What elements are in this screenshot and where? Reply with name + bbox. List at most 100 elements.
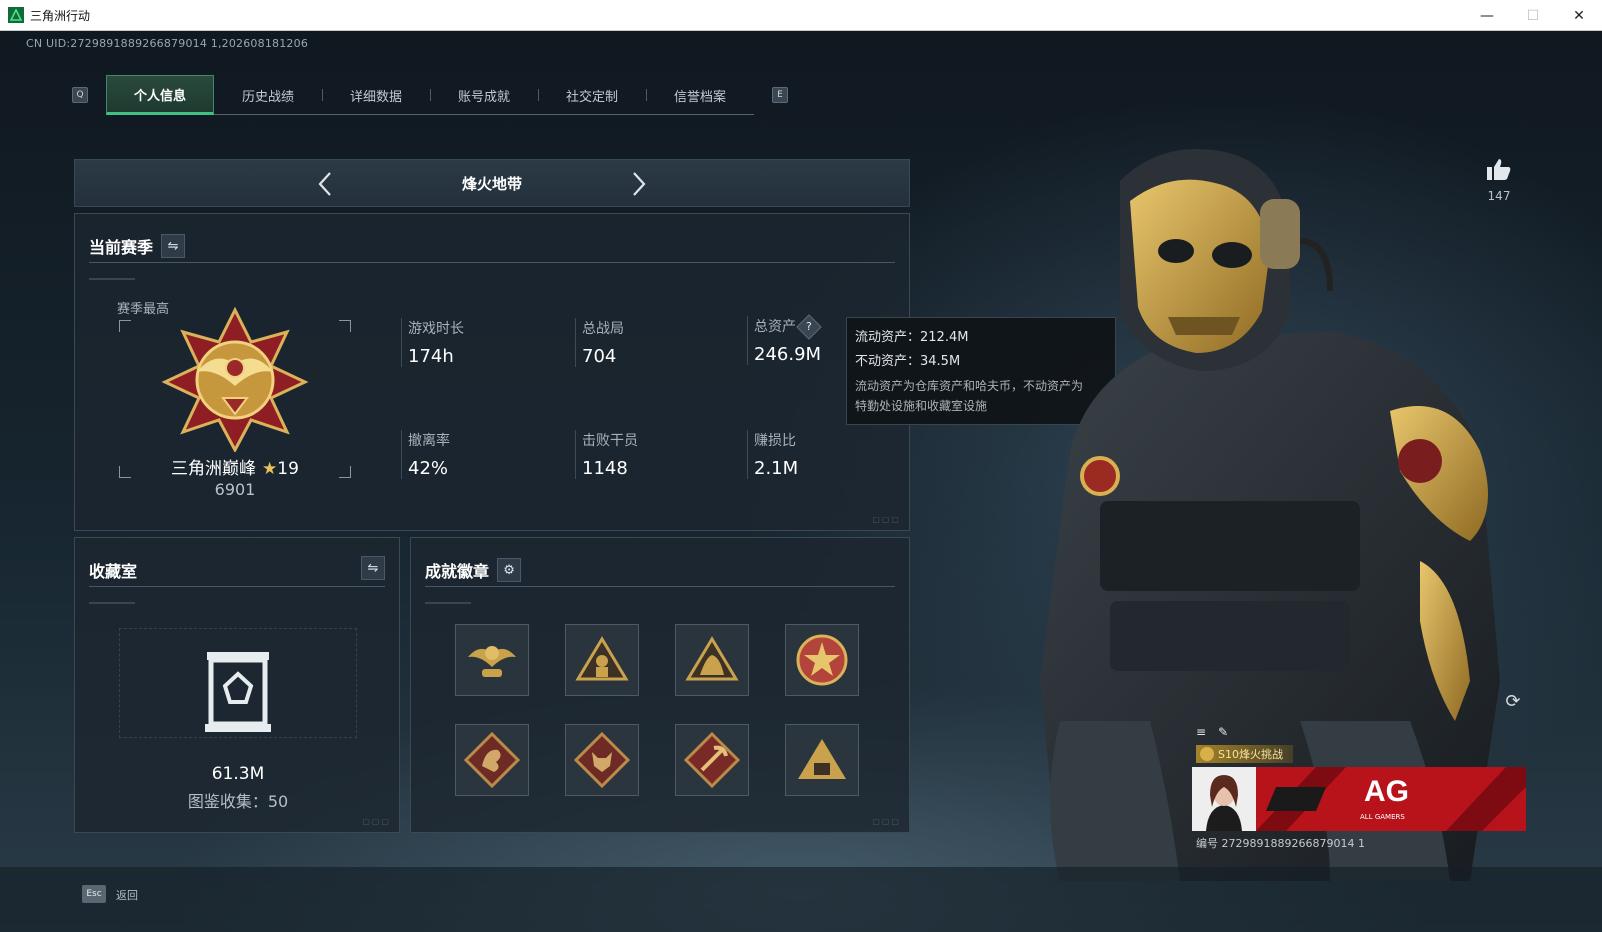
tab-social-custom[interactable]: 社交定制 <box>538 75 646 115</box>
edit-icon[interactable]: ✎ <box>1218 725 1228 739</box>
achievements-title: 成就徽章 <box>425 562 490 581</box>
card-tools: ≡ ✎ <box>1196 725 1228 739</box>
collection-title: 收藏室 <box>89 562 138 581</box>
player-uid: CN UID:2729891889266879014 1,20260818120… <box>26 37 309 50</box>
level-icon <box>1200 747 1214 761</box>
tab-achievements[interactable]: 账号成就 <box>430 75 538 115</box>
stat-label: 总资产? <box>754 314 822 340</box>
stat-assets: 总资产? 246.9M <box>747 314 822 365</box>
tab-prev-key[interactable]: Q <box>72 87 88 103</box>
collection-count: 图鉴收集：50 <box>187 792 289 811</box>
stat-value: 2.1M <box>754 458 799 479</box>
divider <box>89 586 385 587</box>
app-logo-icon <box>8 7 24 23</box>
achievement-badge[interactable] <box>455 624 529 696</box>
achievement-badge[interactable] <box>455 724 529 796</box>
achievement-badge[interactable] <box>565 624 639 696</box>
triangle-beast-badge-icon <box>685 636 739 681</box>
esc-key[interactable]: Esc <box>82 885 106 903</box>
tab-credit-record[interactable]: 信誉档案 <box>646 75 754 115</box>
stat-label: 总战局 <box>582 321 624 337</box>
tab-match-history[interactable]: 历史战绩 <box>214 75 322 115</box>
divider-tick <box>89 602 135 604</box>
tab-detailed-data[interactable]: 详细数据 <box>322 75 430 115</box>
rank-name: 三角洲巅峰 ★19 <box>119 454 351 479</box>
bottom-bar: Esc 返回 <box>0 867 1602 932</box>
rotate-icon[interactable]: ⟳ <box>1502 691 1524 713</box>
collection-panel: 收藏室 ⇋ 61.3M 图鉴收集：50 ▢▢▢ <box>74 537 400 833</box>
tab-next-key[interactable]: E <box>772 87 788 103</box>
gear-icon[interactable]: ⚙ <box>497 558 522 582</box>
chevron-right-icon[interactable] <box>625 170 653 198</box>
stat-value: 42% <box>408 458 449 479</box>
close-button[interactable]: ✕ <box>1556 0 1602 31</box>
star-icon: ★ <box>262 459 278 479</box>
team-banner: AG ALL GAMERS <box>1256 767 1526 831</box>
pyramid-badge-icon <box>798 739 846 779</box>
star-shield-badge-icon <box>796 634 848 686</box>
achievement-badge[interactable] <box>675 624 749 696</box>
stat-kills: 击败干员 1148 <box>575 430 638 479</box>
corner-dots: ▢▢▢ <box>872 515 901 524</box>
corner-dots: ▢▢▢ <box>872 817 901 826</box>
stat-value: 174h <box>408 346 454 367</box>
stat-value: 1148 <box>582 458 628 479</box>
window-titlebar: 三角洲行动 — ☐ ✕ <box>0 0 1602 31</box>
stats-icon[interactable]: ≡ <box>1196 725 1206 739</box>
triangle-soldier-badge-icon <box>575 636 629 681</box>
swap-icon[interactable]: ⇋ <box>161 234 186 258</box>
divider <box>89 262 895 263</box>
stat-label: 游戏时长 <box>408 321 464 337</box>
swap-icon[interactable]: ⇋ <box>361 556 385 580</box>
stat-profit-ratio: 赚损比 2.1M <box>747 430 798 479</box>
season-title: 当前赛季 <box>89 238 154 257</box>
player-id: 编号 2729891889266879014 1 <box>1196 837 1365 850</box>
stat-value: 704 <box>582 346 617 367</box>
achievement-badge[interactable] <box>675 724 749 796</box>
display-case-icon[interactable] <box>201 648 275 738</box>
achievement-badge[interactable] <box>785 624 859 696</box>
mode-title: 烽火地带 <box>461 174 522 193</box>
stat-extract-rate: 撤离率 42% <box>401 430 450 479</box>
rank-name-text: 三角洲巅峰 <box>171 459 257 479</box>
pickaxe-badge-icon <box>684 732 740 788</box>
achievement-badge[interactable] <box>565 724 639 796</box>
mode-selector: 烽火地带 <box>74 159 910 207</box>
chevron-left-icon[interactable] <box>311 170 339 198</box>
player-card[interactable]: ≡ ✎ S10烽火挑战 AG ALL GAMERS 编号 27298918892… <box>1192 723 1526 869</box>
avatar[interactable] <box>1192 767 1256 831</box>
stat-label: 撤离率 <box>408 433 450 449</box>
stat-label: 击败干员 <box>582 433 638 449</box>
minimize-button[interactable]: — <box>1464 0 1510 31</box>
divider-tick <box>89 278 135 280</box>
stat-playtime: 游戏时长 174h <box>401 318 464 367</box>
dragon-badge-icon <box>464 732 520 788</box>
rank-score: 6901 <box>214 480 256 499</box>
window-title: 三角洲行动 <box>30 8 91 23</box>
stat-value: 246.9M <box>754 344 822 365</box>
rank-emblem-icon <box>161 306 309 452</box>
collection-value: 61.3M <box>211 764 265 784</box>
divider <box>425 586 895 587</box>
team-logo-sub: ALL GAMERS <box>1360 813 1405 821</box>
achievements-panel: 成就徽章 ⚙ ▢▢▢ <box>410 537 910 833</box>
help-icon[interactable]: ? <box>796 314 822 340</box>
help-glyph: ? <box>806 320 812 333</box>
current-season-panel: 当前赛季 ⇋ 赛季最高 三角洲巅峰 ★19 6901 游戏时长 174h 总战局 … <box>74 213 910 531</box>
corner-dots: ▢▢▢ <box>362 817 391 826</box>
achievement-badge[interactable] <box>785 724 859 796</box>
winged-emblem-badge-icon <box>468 646 516 677</box>
wolf-badge-icon <box>574 732 630 788</box>
team-logo-text: AG <box>1364 775 1409 808</box>
season-tag-text: S10烽火挑战 <box>1218 748 1283 761</box>
tab-personal-info[interactable]: 个人信息 <box>106 75 214 115</box>
assets-label: 总资产 <box>754 319 796 335</box>
season-tag: S10烽火挑战 <box>1196 745 1293 763</box>
divider-tick <box>425 602 471 604</box>
maximize-button[interactable]: ☐ <box>1510 0 1556 31</box>
stat-matches: 总战局 704 <box>575 318 624 367</box>
game-view: CN UID:2729891889266879014 1,20260818120… <box>0 31 1602 932</box>
rank-stars: 19 <box>277 459 299 479</box>
back-label[interactable]: 返回 <box>116 887 138 903</box>
stat-label: 赚损比 <box>754 433 796 449</box>
